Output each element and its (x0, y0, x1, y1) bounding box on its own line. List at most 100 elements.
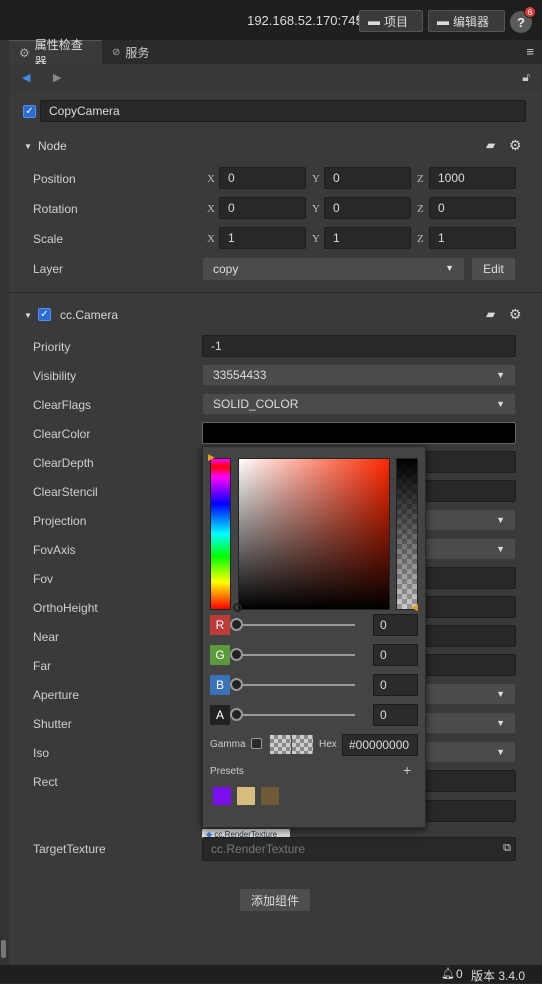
red-input[interactable]: 0 (373, 614, 418, 636)
scale-y-value: 1 (333, 231, 340, 245)
iso-select[interactable]: ▼ (424, 741, 516, 763)
scale-y-input[interactable]: 1 (324, 227, 411, 249)
bell-icon[interactable]: 🔔︎ (441, 967, 455, 980)
collapse-triangle-icon[interactable]: ▼ (24, 142, 32, 151)
clearstencil-input[interactable] (424, 480, 516, 502)
layer-edit-button[interactable]: Edit (471, 257, 516, 281)
position-x-input[interactable]: 0 (219, 167, 306, 189)
add-component-label: 添加组件 (250, 893, 299, 908)
add-component-button[interactable]: 添加组件 (239, 888, 311, 912)
blue-knob[interactable] (230, 678, 243, 691)
saturation-value-area[interactable] (238, 458, 390, 610)
orthoheight-input[interactable] (424, 596, 516, 618)
fov-input[interactable] (424, 567, 516, 589)
blue-input[interactable]: 0 (373, 674, 418, 696)
visibility-select[interactable]: 33554433 ▼ (202, 364, 516, 386)
tab-inspector[interactable]: ⚙ 属性检查器 (9, 38, 102, 69)
editor-button[interactable]: ▬ 编辑器 (428, 10, 505, 32)
doc-icon[interactable]: ▰ (486, 138, 495, 152)
chevron-down-icon: ▼ (496, 689, 505, 699)
gamma-checkbox[interactable] (251, 738, 262, 749)
red-track[interactable] (237, 624, 355, 626)
tab-service[interactable]: ⊘ 服务 (102, 40, 162, 64)
camera-enabled-checkbox[interactable]: ✓ (38, 308, 51, 321)
add-preset-icon[interactable]: + (403, 762, 411, 778)
color-cursor[interactable] (233, 603, 242, 612)
camera-section-header[interactable]: ▼ ✓ cc.Camera ▰ ⚙ (9, 302, 542, 328)
shutter-select[interactable]: ▼ (424, 712, 516, 734)
green-knob[interactable] (230, 648, 243, 661)
gear-icon[interactable]: ⚙ (509, 137, 522, 154)
help-label: ? (517, 14, 525, 30)
version-label: 版本 3.4.0 (471, 969, 526, 983)
rotation-x-input[interactable]: 0 (219, 197, 306, 219)
hue-slider[interactable] (210, 458, 231, 610)
green-input[interactable]: 0 (373, 644, 418, 666)
rotation-y-input[interactable]: 0 (324, 197, 411, 219)
green-value: 0 (380, 648, 387, 662)
project-button[interactable]: ▬ 项目 (359, 10, 423, 32)
axis-z-label: Z (417, 233, 424, 245)
scale-x-value: 1 (228, 231, 235, 245)
asset-picker-icon[interactable]: ⧉ (503, 842, 511, 855)
gear-icon[interactable]: ⚙ (509, 306, 522, 323)
near-input[interactable] (424, 625, 516, 647)
chevron-down-icon: ▼ (496, 718, 505, 728)
aperture-label: Aperture (33, 688, 80, 702)
node-section-header[interactable]: ▼ Node ▰ ⚙ (9, 133, 542, 159)
clearcolor-swatch[interactable] (202, 422, 516, 444)
scale-z-value: 1 (438, 231, 445, 245)
hex-value: #00000000 (349, 738, 410, 752)
rect-input-1[interactable] (424, 770, 516, 792)
rotation-label: Rotation (33, 202, 78, 216)
preset-swatch-3[interactable] (261, 787, 279, 805)
panel-tabs: ⚙ 属性检查器 ⊘ 服务 ≡ (9, 38, 542, 69)
clearflags-select[interactable]: SOLID_COLOR ▼ (202, 393, 516, 415)
rect-input-2[interactable] (424, 800, 516, 822)
position-y-input[interactable]: 0 (324, 167, 411, 189)
targettexture-input[interactable]: cc.RenderTexture ⧉ (202, 837, 516, 861)
node-enabled-checkbox[interactable]: ✓ (23, 105, 36, 118)
position-x-value: 0 (228, 171, 235, 185)
notification-badge: 6 (524, 6, 536, 18)
scale-z-input[interactable]: 1 (429, 227, 516, 249)
cleardepth-input[interactable] (424, 451, 516, 473)
green-track[interactable] (237, 654, 355, 656)
old-color-preview (270, 735, 291, 754)
doc-icon[interactable]: ▰ (486, 307, 495, 321)
left-scrollbar-thumb[interactable] (1, 940, 6, 958)
priority-input[interactable]: -1 (202, 335, 516, 357)
preset-swatch-2[interactable] (237, 787, 255, 805)
far-input[interactable] (424, 654, 516, 676)
position-z-input[interactable]: 1000 (429, 167, 516, 189)
lock-icon[interactable]: 🔓︎ (522, 70, 530, 85)
scale-x-input[interactable]: 1 (219, 227, 306, 249)
priority-value: -1 (211, 339, 222, 353)
visibility-label: Visibility (33, 369, 77, 383)
back-arrow-icon[interactable]: ◀ (22, 71, 30, 84)
node-name-input[interactable]: CopyCamera (40, 100, 526, 122)
panel-menu-icon[interactable]: ≡ (526, 44, 534, 59)
alpha-knob[interactable] (230, 708, 243, 721)
axis-y-label: Y (312, 173, 320, 185)
hex-input[interactable]: #00000000 (342, 734, 418, 756)
layer-select[interactable]: copy ▼ (202, 257, 465, 281)
presets-label: Presets (210, 766, 244, 777)
clearflags-label: ClearFlags (33, 398, 92, 412)
alpha-track[interactable] (237, 714, 355, 716)
blue-track[interactable] (237, 684, 355, 686)
projection-select[interactable]: ▼ (424, 509, 516, 531)
aperture-select[interactable]: ▼ (424, 683, 516, 705)
chevron-down-icon: ▼ (496, 747, 505, 757)
collapse-triangle-icon[interactable]: ▼ (24, 311, 32, 320)
alpha-input[interactable]: 0 (373, 704, 418, 726)
fovaxis-select[interactable]: ▼ (424, 538, 516, 560)
rotation-z-input[interactable]: 0 (429, 197, 516, 219)
alpha-value: 0 (380, 708, 387, 722)
clearflags-value: SOLID_COLOR (213, 397, 299, 411)
forward-arrow-icon[interactable]: ▶ (53, 71, 61, 84)
camera-section-title: cc.Camera (60, 308, 119, 322)
red-knob[interactable] (230, 618, 243, 631)
alpha-slider[interactable] (396, 458, 418, 610)
preset-swatch-1[interactable] (213, 787, 231, 805)
